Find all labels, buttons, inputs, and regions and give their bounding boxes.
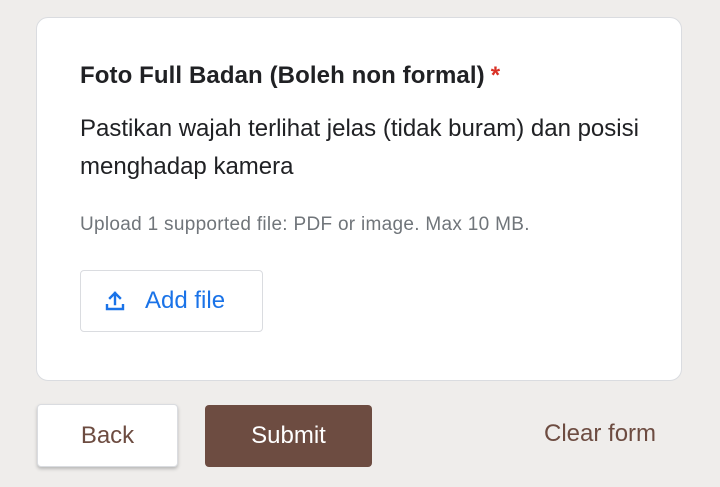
file-upload-question-card: Foto Full Badan (Boleh non formal) * Past… — [36, 17, 682, 381]
add-file-button[interactable]: Add file — [80, 270, 263, 332]
upload-hint: Upload 1 supported file: PDF or image. M… — [80, 214, 530, 235]
question-title-text: Foto Full Badan (Boleh non formal) — [80, 62, 485, 89]
required-asterisk: * — [490, 62, 501, 89]
back-button[interactable]: Back — [37, 404, 178, 467]
question-description: Pastikan wajah terlihat jelas (tidak bur… — [80, 115, 639, 180]
question-title: Foto Full Badan (Boleh non formal) * — [80, 62, 500, 90]
add-file-label: Add file — [145, 287, 226, 314]
submit-button[interactable]: Submit — [205, 405, 372, 467]
clear-form-button[interactable]: Clear form — [544, 420, 656, 448]
form-page: Foto Full Badan (Boleh non formal) * Past… — [0, 0, 720, 487]
upload-icon — [103, 289, 127, 313]
